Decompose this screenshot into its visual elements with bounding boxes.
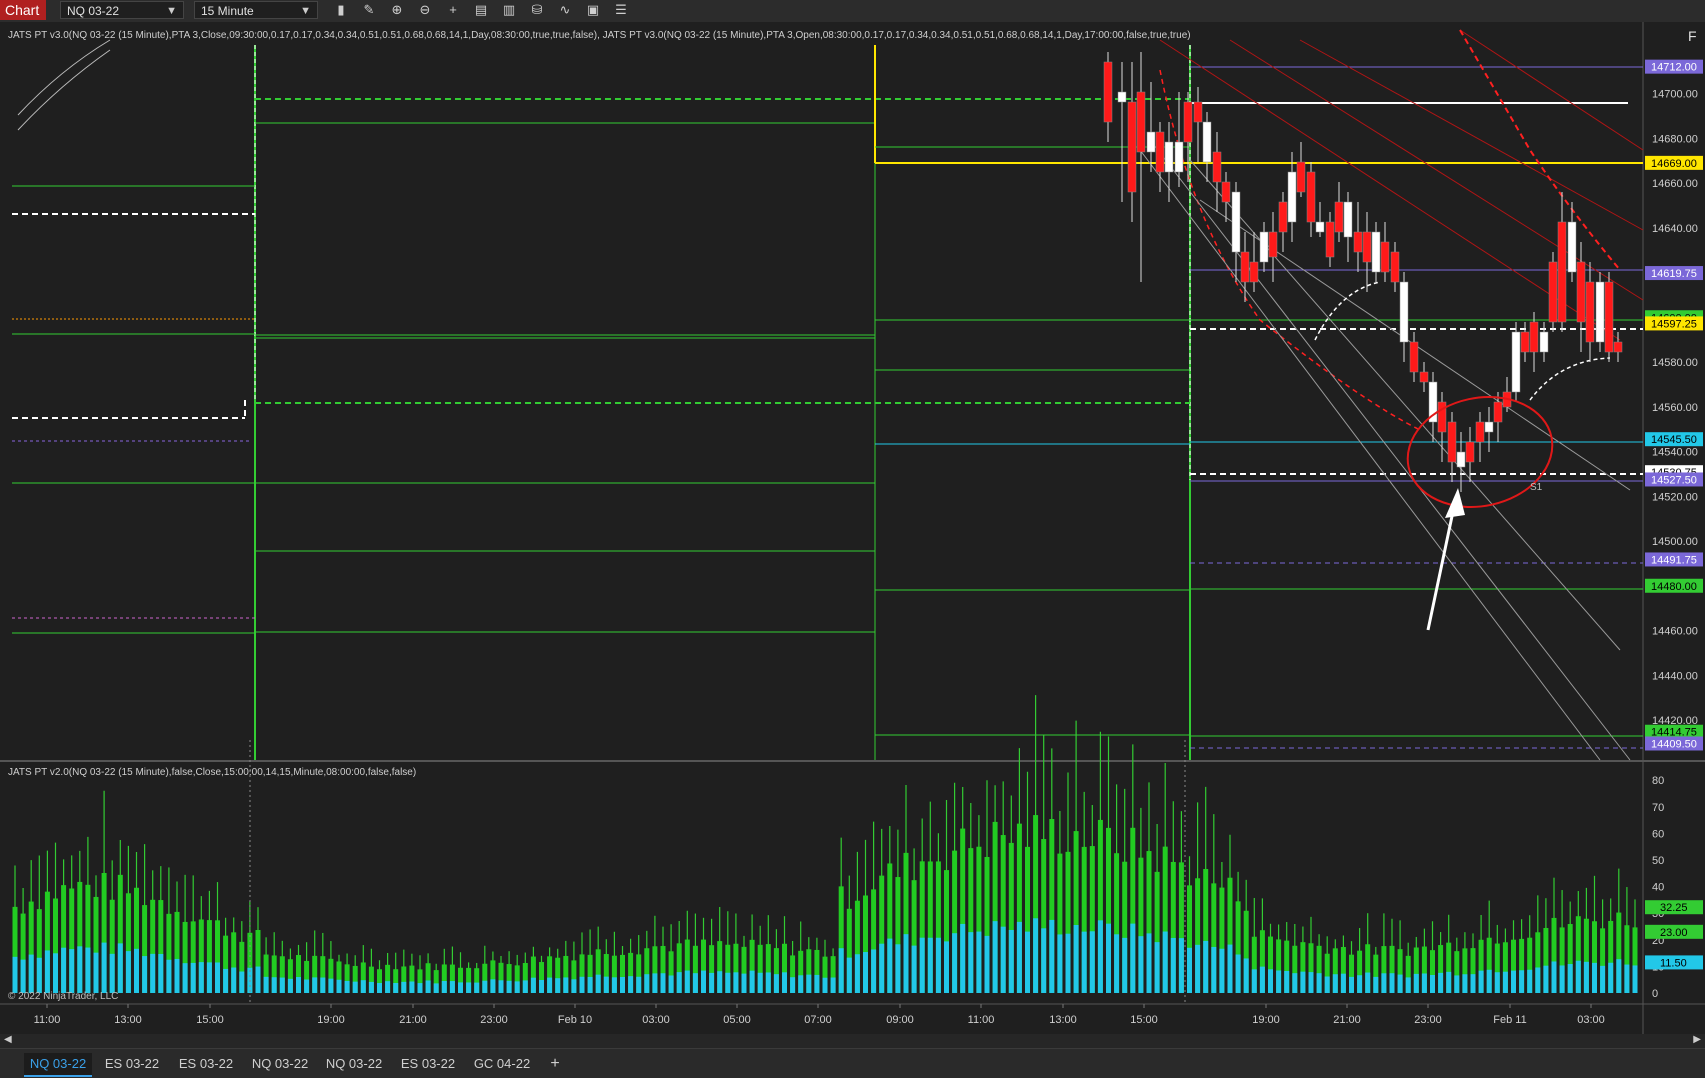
price-tag-label: 14409.50 [1651,738,1697,750]
time-tick-label: 23:00 [1414,1014,1442,1026]
volume-tick-label: 50 [1652,855,1664,867]
volume-tick-label: 80 [1652,775,1664,787]
price-tick-label: 14660.00 [1652,178,1698,190]
time-tick-label: Feb 10 [558,1014,592,1026]
time-tick-label: Feb 11 [1493,1014,1526,1026]
volume-indicator-label: JATS PT v2.0(NQ 03-22 (15 Minute),false,… [8,767,416,778]
interval-selector[interactable]: 15 Minute ▼ [194,1,318,19]
tab-nq-03-22[interactable]: NQ 03-22 [24,1053,92,1077]
price-tick-label: 14680.00 [1652,133,1698,145]
time-tick-label: 11:00 [968,1014,995,1026]
chart-area[interactable]: 14700.0014680.0014660.0014640.0014620.00… [0,22,1705,1056]
price-tick-label: 14560.00 [1652,402,1698,414]
zoom-out-icon[interactable]: ⊖ [416,2,434,18]
corner-label[interactable]: F [1688,28,1697,44]
time-tick-label: 13:00 [1049,1014,1077,1026]
s1-label: S1 [1530,482,1543,493]
price-tag-label: 14619.75 [1651,268,1697,280]
snapshot-icon[interactable]: ▣ [584,2,602,18]
volume-tag-label: 11.50 [1660,957,1687,969]
zoom-in-icon[interactable]: ⊕ [388,2,406,18]
time-tick-label: 19:00 [1252,1014,1280,1026]
chart-tabs: NQ 03-22 ES 03-22 ES 03-22 NQ 03-22 NQ 0… [0,1048,1705,1078]
time-tick-label: 23:00 [480,1014,508,1026]
tab-nq-03-22[interactable]: NQ 03-22 [246,1053,314,1075]
price-tick-label: 14440.00 [1652,670,1698,682]
time-tick-label: 21:00 [399,1014,427,1026]
time-tick-label: 05:00 [723,1014,751,1026]
price-tag-label: 14597.25 [1651,318,1697,330]
tab-es-03-22[interactable]: ES 03-22 [394,1053,462,1075]
price-tick-label: 14460.00 [1652,626,1698,638]
time-tick-label: 09:00 [886,1014,914,1026]
time-tick-label: 11:00 [34,1014,61,1026]
copyright-text: © 2022 NinjaTrader, LLC [8,991,118,1002]
price-tick-label: 14640.00 [1652,223,1698,235]
volume-tick-label: 60 [1652,828,1664,840]
time-tick-label: 19:00 [317,1014,345,1026]
properties-icon[interactable]: ▤ [472,2,490,18]
price-tag-label: 14480.00 [1651,581,1697,593]
price-tag-label: 14491.75 [1651,554,1697,566]
tab-gc-04-22[interactable]: GC 04-22 [468,1053,536,1075]
volume-tick-label: 70 [1652,802,1664,814]
interval-value: 15 Minute [201,4,254,18]
pencil-icon[interactable]: ✎ [360,2,378,18]
chevron-down-icon: ▼ [300,5,311,17]
crosshair-icon[interactable]: + [444,2,462,18]
price-tick-label: 14580.00 [1652,357,1698,369]
horizontal-scrollbar[interactable]: ◀ ▶ [0,1034,1705,1048]
time-tick-label: 03:00 [642,1014,670,1026]
price-indicator-label: JATS PT v3.0(NQ 03-22 (15 Minute),PTA 3,… [8,30,1191,41]
price-tick-label: 14700.00 [1652,89,1698,101]
price-tag-label: 14669.00 [1651,158,1697,170]
volume-tag-label: 32.25 [1660,902,1688,914]
price-tick-label: 14520.00 [1652,491,1698,503]
price-tick-label: 14500.00 [1652,536,1698,548]
chart-menu-button[interactable]: Chart [0,0,46,20]
chart-toolbar: Chart NQ 03-22 ▼ 15 Minute ▼ ▮ ✎ ⊕ ⊖ + ▤ ▥ ⛁ ∿ ▣ ☰ [0,0,1705,23]
price-tag-label: 14712.00 [1651,62,1697,74]
tab-nq-03-22[interactable]: NQ 03-22 [320,1053,388,1075]
scroll-left-icon[interactable]: ◀ [4,1034,12,1045]
volume-tick-label: 0 [1652,988,1658,1000]
add-tab-button[interactable]: + [544,1053,566,1075]
price-tag-label: 14545.50 [1651,434,1697,446]
time-tick-label: 15:00 [196,1014,224,1026]
data-box-icon[interactable]: ☰ [612,2,630,18]
price-tick-label: 14540.00 [1652,447,1698,459]
time-tick-label: 21:00 [1333,1014,1361,1026]
chevron-down-icon: ▼ [166,5,177,17]
tab-es-03-22[interactable]: ES 03-22 [98,1053,166,1075]
volume-tag-label: 23.00 [1660,927,1688,939]
strategies-icon[interactable]: ⛁ [528,2,546,18]
time-tick-label: 15:00 [1130,1014,1158,1026]
bar-type-icon[interactable]: ▮ [332,2,350,18]
scroll-right-icon[interactable]: ▶ [1693,1034,1701,1045]
indicators-icon[interactable]: ∿ [556,2,574,18]
instrument-selector[interactable]: NQ 03-22 ▼ [60,1,184,19]
instrument-value: NQ 03-22 [67,4,120,18]
time-tick-label: 03:00 [1577,1014,1605,1026]
time-tick-label: 13:00 [114,1014,142,1026]
time-tick-label: 07:00 [804,1014,832,1026]
template-icon[interactable]: ▥ [500,2,518,18]
tab-es-03-22[interactable]: ES 03-22 [172,1053,240,1075]
price-tag-label: 14527.50 [1651,474,1697,486]
volume-tick-label: 40 [1652,882,1664,894]
